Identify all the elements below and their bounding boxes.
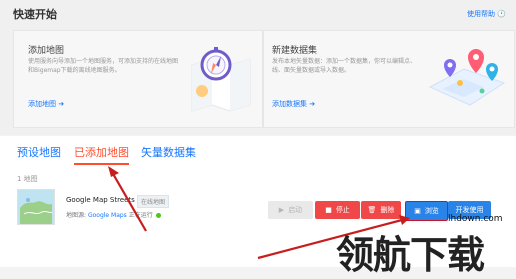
arrow-to-added-maps-tab (111, 171, 147, 232)
watermark-logo-text: 领航下载 (336, 233, 485, 277)
arrow-head-tab (108, 166, 119, 177)
watermark-url: lhdown.com (448, 214, 503, 224)
